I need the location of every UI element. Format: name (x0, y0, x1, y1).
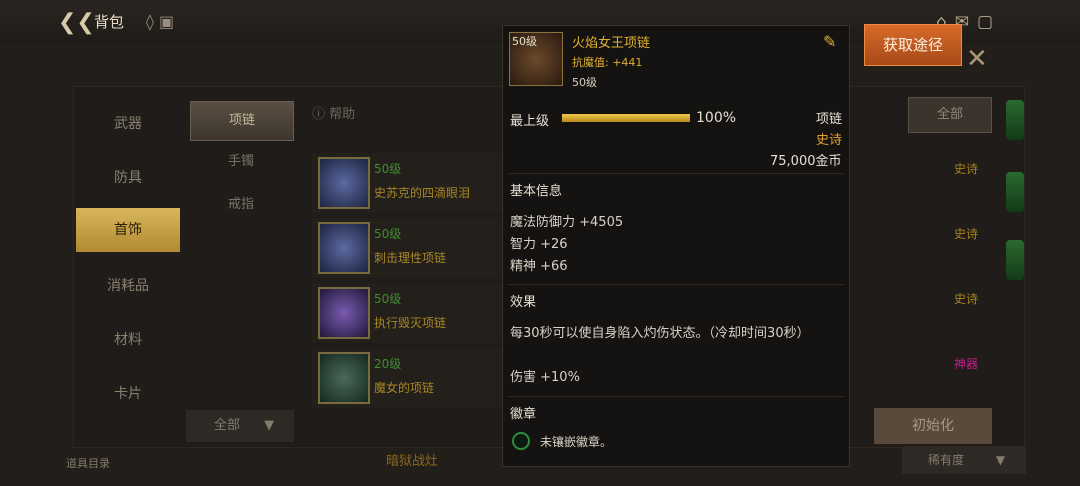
page-title: 背包 (94, 13, 125, 31)
emblem-title: 徽章 (510, 407, 537, 422)
help-icon: ⓘ (312, 107, 326, 122)
dropdown-value: 稀有度 (928, 453, 965, 467)
item-level: 50级 (374, 227, 402, 241)
effect-title: 效果 (510, 295, 537, 310)
upgrade-label: 最上级 (510, 114, 550, 129)
item-level: 50级 (374, 292, 402, 306)
help-label: 帮助 (329, 107, 356, 122)
subtab-bracelet[interactable]: 手镯 (190, 143, 292, 181)
chevron-down-icon: ▼ (995, 453, 1006, 467)
effect-bonus: 伤害 +10% (510, 370, 580, 385)
item-rarity: 史诗 (954, 292, 979, 306)
emblem-slot-icon (512, 432, 530, 450)
side-gem-icon[interactable] (1006, 100, 1024, 140)
item-name: 火焰女王项链 (572, 36, 651, 51)
upgrade-percent: 100% (696, 110, 737, 126)
basic-info-title: 基本信息 (510, 184, 563, 199)
subtab-ring[interactable]: 戒指 (190, 186, 292, 224)
tab-weapon[interactable]: 武器 (76, 102, 180, 146)
sort-dropdown[interactable]: 稀有度 ▼ (902, 446, 1026, 474)
item-icon-level: 50级 (512, 35, 537, 48)
stat-line: 智力 +26 (510, 237, 568, 252)
item-rarity: 神器 (954, 357, 979, 371)
acquire-button[interactable]: 获取途径 (864, 24, 962, 66)
dropdown-value: 全部 (214, 418, 241, 433)
close-icon[interactable]: ✕ (966, 44, 988, 74)
menu-icons[interactable]: ◊ ▣ (146, 12, 174, 31)
effect-text: 每30秒可以使自身陷入灼伤状态。（冷却时间30秒） (510, 326, 810, 341)
item-name: 史苏克的四滴眼泪 (374, 186, 471, 200)
divider (508, 284, 844, 285)
item-thumbnail (318, 222, 370, 274)
emblem-text: 未镶嵌徽章。 (540, 435, 613, 449)
stat-line: 魔法防御力 +4505 (510, 215, 624, 230)
filter-all-button[interactable]: 全部 (908, 97, 992, 133)
tab-accessory[interactable]: 首饰 (76, 208, 180, 252)
item-level: 20级 (374, 357, 402, 371)
item-thumbnail (318, 352, 370, 404)
chevron-down-icon: ▼ (264, 418, 275, 433)
category-dropdown[interactable]: 全部 ▼ (186, 410, 294, 442)
share-icon[interactable]: ✎ (823, 32, 836, 51)
tab-consumable[interactable]: 消耗品 (76, 264, 180, 308)
tab-card[interactable]: 卡片 (76, 372, 180, 416)
back-arrow-icon[interactable]: ❮❮ (58, 10, 95, 35)
upgrade-progress-fill (562, 114, 690, 122)
bottom-mid-label[interactable]: 暗狱战灶 (386, 450, 438, 469)
divider (508, 173, 844, 174)
subtab-necklace[interactable]: 项链 (190, 101, 294, 141)
divider (508, 396, 844, 397)
item-level: 50级 (374, 162, 402, 176)
item-type: 项链 (816, 112, 843, 127)
item-rarity: 史诗 (816, 133, 843, 148)
tab-armor[interactable]: 防具 (76, 156, 180, 200)
item-name: 魔女的项链 (374, 381, 435, 395)
item-name: 执行毁灭项链 (374, 316, 447, 330)
side-gem-icon[interactable] (1006, 172, 1024, 212)
item-thumbnail (318, 157, 370, 209)
help-button[interactable]: ⓘ 帮助 (312, 103, 355, 122)
item-thumbnail (318, 287, 370, 339)
item-stat: 抗魔值: +441 (572, 56, 643, 69)
stat-line: 精神 +66 (510, 259, 568, 274)
item-level: 50级 (572, 76, 597, 89)
bottom-left-label[interactable]: 道具目录 (66, 455, 110, 471)
item-price: 75,000金币 (770, 154, 842, 169)
init-button[interactable]: 初始化 (874, 408, 992, 444)
side-gem-icon[interactable] (1006, 240, 1024, 280)
item-rarity: 史诗 (954, 227, 979, 241)
item-name: 刺击理性项链 (374, 251, 447, 265)
upgrade-progress-bar (562, 114, 690, 122)
tab-material[interactable]: 材料 (76, 318, 180, 362)
item-rarity: 史诗 (954, 162, 979, 176)
